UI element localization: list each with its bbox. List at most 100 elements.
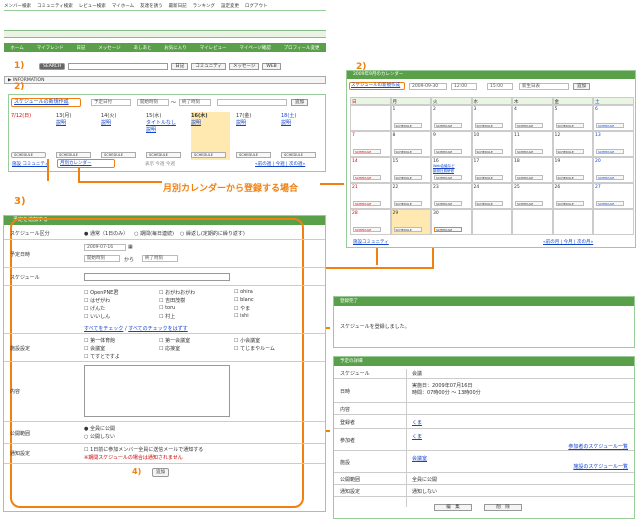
facility-checkbox[interactable]: ☐ てじまやルーム [234, 345, 275, 352]
form-date-field[interactable]: 2009-07-16 [84, 244, 126, 251]
public-radio-all[interactable]: ● 全員に公開 [84, 425, 115, 432]
schedule-button[interactable]: SCHEDULE [434, 227, 462, 232]
event-link[interactable]: タイトルなし [146, 119, 185, 126]
schedule-button[interactable]: SCHEDULE [353, 175, 381, 180]
schedule-button[interactable]: SCHEDULE [474, 175, 503, 180]
calendar-day[interactable]: 24 SCHEDULE [471, 183, 512, 209]
submit-add-button[interactable]: 追加 [152, 468, 169, 477]
schedule-button[interactable]: SCHEDULE [101, 152, 136, 158]
menu-favorites[interactable]: お気に入り [164, 45, 187, 51]
calendar-day[interactable]: 28 SCHEDULE [350, 209, 391, 235]
cal-end-time[interactable]: 15:00 [487, 83, 513, 90]
facility-checkbox[interactable]: ☐ 応接室 [159, 345, 180, 352]
schedule-button[interactable]: SCHEDULE [191, 152, 226, 158]
calendar-day[interactable]: 15 SCHEDULE [390, 157, 431, 183]
calendar-day[interactable]: 16 Web会議など 新設社員研修 SCHEDULE [431, 157, 472, 183]
menu-myreview[interactable]: マイレビュー [200, 45, 227, 51]
member-checkbox[interactable]: ☐ ohira [234, 289, 253, 295]
form-end-time[interactable]: 終了時刻 [142, 255, 178, 262]
calendar-day[interactable]: 19 SCHEDULE [552, 157, 593, 183]
member-checkbox[interactable]: ☐ はぜがわ [84, 297, 110, 304]
member-checkbox[interactable]: ☐ OpenPNE君 [84, 289, 118, 296]
cal-date-field[interactable]: 2009-09-30 [409, 83, 447, 90]
menu-diary[interactable]: 日記 [76, 45, 85, 51]
calendar-day[interactable]: 3 SCHEDULE [471, 105, 512, 131]
member-checkbox[interactable]: ☐ blanc [234, 297, 254, 303]
detail-value[interactable]: くま [412, 433, 422, 440]
start-time-select[interactable]: 開始時刻 [137, 99, 169, 106]
delete-button[interactable]: 削 除 [484, 504, 522, 511]
facility-checkbox[interactable]: ☐ 会議室 [84, 345, 105, 352]
detail-value[interactable]: 会議室 [412, 455, 427, 462]
schedule-button[interactable]: SCHEDULE [596, 123, 624, 128]
nav-settings[interactable]: 設定変更 [221, 3, 239, 9]
calendar-day[interactable]: 9 SCHEDULE [431, 131, 472, 157]
cal-start-time[interactable]: 12:00 [451, 83, 477, 90]
event-link[interactable]: 説明 [146, 126, 185, 133]
calendar-day[interactable]: 27 SCHEDULE [593, 183, 634, 209]
schedule-button[interactable]: SCHEDULE [434, 123, 462, 128]
cal-add-button[interactable]: 追加 [573, 83, 590, 90]
member-checkbox[interactable]: ☐ おがわおがわ [159, 289, 195, 296]
member-checkbox[interactable]: ☐ toru [159, 305, 175, 311]
schedule-button[interactable]: SCHEDULE [353, 201, 381, 206]
uncheck-all-link[interactable]: すべてのチェックをはずす [128, 326, 187, 332]
nav-review-search[interactable]: レビュー検索 [79, 3, 106, 9]
new-schedule-link[interactable]: スケジュールの新規作成 [11, 98, 81, 107]
check-all-link[interactable]: すべてをチェック [84, 326, 123, 332]
schedule-button[interactable]: SCHEDULE [56, 152, 91, 158]
cal-title-input[interactable]: 新生日表 [519, 83, 569, 90]
menu-profile[interactable]: プロフィール変更 [284, 45, 320, 51]
event-link[interactable]: 説明 [281, 119, 320, 126]
event-link[interactable]: 説明 [101, 119, 140, 126]
month-nav[interactable]: «前の月 | 今月 | 次の月» [543, 239, 593, 245]
member-checkbox[interactable]: ☐ 吉田茂樹 [159, 297, 185, 304]
nav-member-search[interactable]: メンバー検索 [4, 3, 31, 9]
member-checkbox[interactable]: ☐ いいしん [84, 313, 110, 320]
facility-schedule-link[interactable]: 施設のスケジュール一覧 [573, 463, 628, 470]
member-checkbox[interactable]: ☐ 村上 [159, 313, 175, 320]
calendar-day[interactable]: 25 SCHEDULE [512, 183, 553, 209]
calendar-day[interactable]: 21 SCHEDULE [350, 183, 391, 209]
calendar-day[interactable]: 23 SCHEDULE [431, 183, 472, 209]
nav-latest-diary[interactable]: 最新日記 [169, 3, 187, 9]
menu-footprints[interactable]: あしあと [133, 45, 151, 51]
calendar-icon[interactable]: ▦ [128, 244, 133, 250]
calendar-day[interactable]: 26 SCHEDULE [552, 183, 593, 209]
calendar-day[interactable] [512, 209, 553, 235]
schedule-button[interactable]: SCHEDULE [596, 149, 624, 154]
title-input[interactable] [217, 99, 287, 106]
notify-checkbox[interactable]: ☐ 1日前に参加メンバー全員に送信メールで通知する [84, 446, 203, 453]
schedule-button[interactable]: SCHEDULE [555, 123, 584, 128]
search-button[interactable]: SEARCH [39, 62, 66, 70]
schedule-button[interactable]: SCHEDULE [515, 175, 543, 180]
event-link[interactable]: 説明 [191, 119, 230, 126]
calendar-day[interactable]: 1 SCHEDULE [390, 105, 431, 131]
calendar-day[interactable]: 13 SCHEDULE [593, 131, 634, 157]
date-field[interactable]: 予定日付 [91, 99, 131, 106]
schedule-button[interactable]: SCHEDULE [596, 201, 624, 206]
calendar-day[interactable]: 12 SCHEDULE [552, 131, 593, 157]
calendar-day[interactable]: 30 SCHEDULE [431, 209, 472, 235]
content-textarea[interactable] [84, 365, 230, 417]
calendar-day[interactable] [593, 209, 634, 235]
public-radio-none[interactable]: ○ 公開しない [84, 433, 115, 440]
schedule-button[interactable]: SCHEDULE [434, 175, 462, 180]
member-checkbox[interactable]: ☐ やま [234, 305, 250, 312]
calendar-day[interactable]: 8 SCHEDULE [390, 131, 431, 157]
nav-community-search[interactable]: コミュニティ検索 [37, 3, 73, 9]
calendar-day[interactable] [471, 209, 512, 235]
schedule-button[interactable]: SCHEDULE [393, 149, 422, 154]
event-link[interactable]: 説明 [56, 119, 95, 126]
schedule-button[interactable]: SCHEDULE [555, 175, 584, 180]
schedule-button[interactable]: SCHEDULE [555, 149, 584, 154]
calendar-day[interactable]: 7 SCHEDULE [350, 131, 391, 157]
schedule-button[interactable]: SCHEDULE [596, 175, 624, 180]
schedule-button[interactable]: SCHEDULE [146, 152, 181, 158]
cal-facility-link[interactable]: 施設コミュニティ [353, 239, 389, 245]
facility-checkbox[interactable]: ☐ 小会議室 [234, 337, 260, 344]
schedule-button[interactable]: SCHEDULE [353, 227, 381, 232]
calendar-day[interactable]: 14 SCHEDULE [350, 157, 391, 183]
end-time-select[interactable]: 終了時刻 [179, 99, 211, 106]
calendar-day[interactable]: 17 SCHEDULE [471, 157, 512, 183]
